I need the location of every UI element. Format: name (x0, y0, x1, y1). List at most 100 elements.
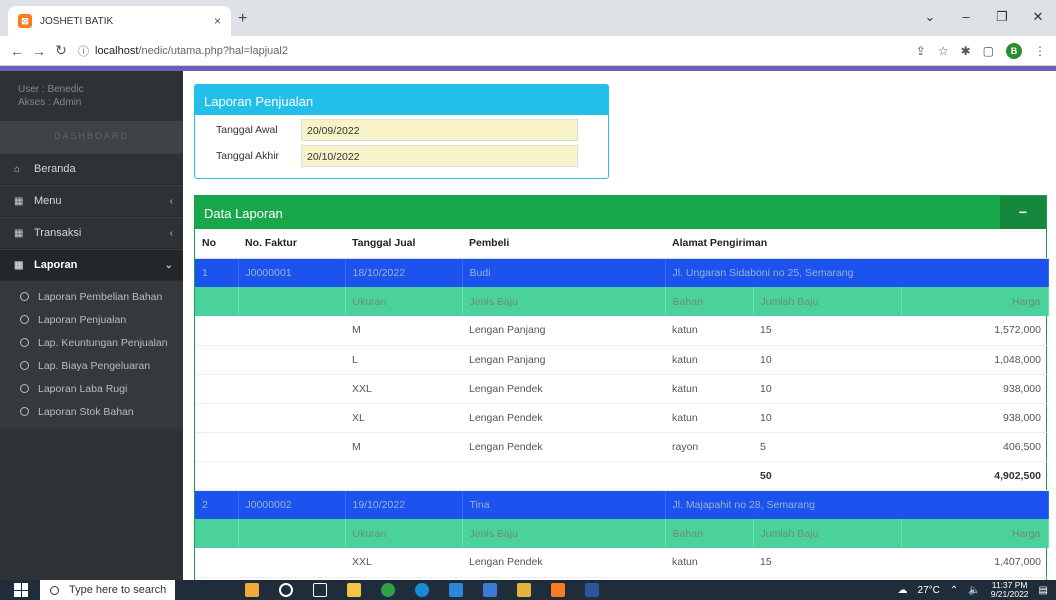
browser-menu-icon[interactable]: ⋮ (1034, 44, 1046, 58)
notification-icon[interactable]: ▤ (1039, 585, 1048, 596)
total-qty: 50 (753, 461, 901, 491)
submenu-laporan-stok-bahan[interactable]: Laporan Stok Bahan (0, 400, 183, 423)
new-tab-button[interactable]: + (238, 10, 247, 28)
taskbar-search-input[interactable]: Type here to search (40, 580, 175, 600)
tray-chevron-up-icon[interactable]: ⌃ (950, 585, 958, 596)
item-material: katun (665, 345, 753, 375)
back-icon[interactable]: ← (6, 43, 28, 59)
item-qty: 15 (753, 548, 901, 578)
volume-icon[interactable]: 🔈 (968, 585, 980, 596)
order-buyer: Tina (462, 490, 666, 519)
order-date: 18/10/2022 (345, 258, 463, 287)
minimize-window-icon[interactable]: – (948, 0, 984, 34)
submenu-laporan-laba-rugi[interactable]: Laporan Laba Rugi (0, 377, 183, 400)
table-row: L Lengan Panjang katun 10 1,048,000 (195, 345, 1048, 375)
order-row: 2 J0000002 19/10/2022 Tina Jl. Majapahit… (195, 490, 1049, 519)
item-price: 938,000 (901, 403, 1048, 433)
item-qty: 10 (753, 374, 901, 404)
item-type: Lengan Pendek (462, 548, 665, 578)
mail-icon[interactable] (449, 583, 463, 597)
sub-column-header: Ukuran (345, 287, 463, 316)
bookmark-star-icon[interactable]: ☆ (938, 44, 949, 58)
share-icon[interactable]: ⇪ (916, 44, 926, 58)
url-bar[interactable]: ⓘ localhost/nedic/utama.php?hal=lapjual2 (78, 40, 906, 62)
profile-avatar[interactable]: B (1006, 42, 1022, 59)
user-access: Akses : Admin (18, 97, 82, 108)
table-row: XXL Lengan Pendek katun 15 1,407,000 (195, 548, 1048, 578)
sub-column-header: Bahan (665, 287, 754, 316)
weather-temp[interactable]: 27°C (918, 585, 940, 596)
item-header-row: Ukuran Jenis Baju Bahan Jumlah Baju Harg… (195, 287, 1049, 316)
order-address: Jl. Ungaran Sidaboni no 25, Semarang (665, 258, 1049, 287)
submenu-lap-keuntungan-penjualan[interactable]: Lap. Keuntungan Penjualan (0, 331, 183, 354)
chrome-icon[interactable] (381, 583, 395, 597)
item-material: katun (665, 316, 753, 346)
store-icon[interactable] (483, 583, 497, 597)
word-icon[interactable] (585, 583, 599, 597)
item-header-row: Ukuran Jenis Baju Bahan Jumlah Baju Harg… (195, 519, 1049, 548)
table-row: M Lengan Pendek rayon 5 406,500 (195, 432, 1048, 462)
total-row: 50 4,902,500 (195, 461, 1048, 491)
submenu-lap-biaya-pengeluaran[interactable]: Lap. Biaya Pengeluaran (0, 354, 183, 377)
item-size: M (345, 432, 462, 462)
circle-icon (20, 384, 29, 393)
circle-icon (20, 315, 29, 324)
item-qty: 10 (753, 403, 901, 433)
tab-close-icon[interactable]: × (214, 14, 221, 28)
windows-start-icon[interactable] (14, 583, 28, 597)
column-header: Pembeli (462, 229, 665, 259)
sidebar-item-beranda[interactable]: ⌂ Beranda (0, 153, 183, 185)
clock-date: 9/21/2022 (990, 589, 1029, 599)
close-window-icon[interactable]: ✕ (1020, 0, 1056, 34)
circle-icon (20, 292, 29, 301)
data-report-box: Data Laporan − No No. Faktur Tanggal Jua… (194, 195, 1049, 580)
submenu-laporan-pembelian-bahan[interactable]: Laporan Pembelian Bahan (0, 285, 183, 308)
sidebar-item-label: Beranda (34, 163, 76, 175)
sidebar-item-laporan[interactable]: ▦ Laporan ⌄ (0, 249, 183, 281)
table-header-row: No No. Faktur Tanggal Jual Pembeli Alama… (195, 229, 1048, 259)
item-type: Lengan Panjang (462, 316, 665, 346)
chevron-left-icon: ‹ (169, 195, 173, 207)
sub-column-header: Jumlah Baju (753, 519, 902, 548)
collapse-box-button[interactable]: − (1000, 196, 1046, 229)
item-qty: 5 (753, 432, 901, 462)
restore-window-icon[interactable]: ❐ (984, 0, 1020, 34)
search-icon (50, 585, 59, 595)
item-size: M (345, 316, 462, 346)
xampp-icon[interactable] (551, 583, 565, 597)
order-invoice: J0000001 (238, 258, 346, 287)
user-name: User : Benedic (18, 84, 84, 95)
task-view-icon[interactable] (313, 583, 327, 597)
item-size: XXL (345, 374, 462, 404)
file-explorer-icon[interactable] (347, 583, 361, 597)
url-host: localhost (95, 44, 139, 57)
total-price: 4,902,500 (901, 461, 1048, 491)
clock[interactable]: 11:37 PM 9/21/2022 (991, 581, 1029, 599)
edge-icon[interactable] (415, 583, 429, 597)
folder-icon[interactable] (517, 583, 531, 597)
item-price: 1,407,000 (901, 548, 1048, 578)
cortana-icon[interactable] (279, 583, 293, 597)
site-info-icon[interactable]: ⓘ (78, 43, 89, 59)
dashboard-heading: DASHBOARD (0, 121, 183, 153)
item-price: 1,048,000 (901, 345, 1048, 375)
start-date-value: 20/09/2022 (301, 119, 578, 141)
side-panel-icon[interactable]: ▢ (983, 44, 994, 58)
windows-taskbar: Type here to search ☁ 27°C ⌃ 🔈 11:37 PM … (0, 580, 1056, 600)
item-material: katun (665, 548, 753, 578)
extensions-puzzle-icon[interactable]: ✱ (961, 44, 971, 58)
reload-icon[interactable]: ↻ (50, 42, 72, 59)
item-qty: 15 (753, 316, 901, 346)
order-no: 2 (195, 490, 239, 519)
column-header: Alamat Pengiriman (665, 229, 1048, 259)
sidebar-item-transaksi[interactable]: ▦ Transaksi ‹ (0, 217, 183, 249)
weather-widget-icon[interactable] (245, 583, 259, 597)
submenu-laporan-penjualan[interactable]: Laporan Penjualan (0, 308, 183, 331)
browser-tab[interactable]: ⊠ JOSHETI BATIK × (8, 6, 231, 36)
order-date: 19/10/2022 (345, 490, 463, 519)
forward-icon[interactable]: → (28, 43, 50, 59)
sidebar-item-menu[interactable]: ▦ Menu ‹ (0, 185, 183, 217)
report-filter-box: Laporan Penjualan Tanggal Awal 20/09/202… (194, 84, 609, 179)
sub-column-header: Ukuran (345, 519, 463, 548)
tab-search-icon[interactable]: ⌄ (912, 0, 948, 34)
